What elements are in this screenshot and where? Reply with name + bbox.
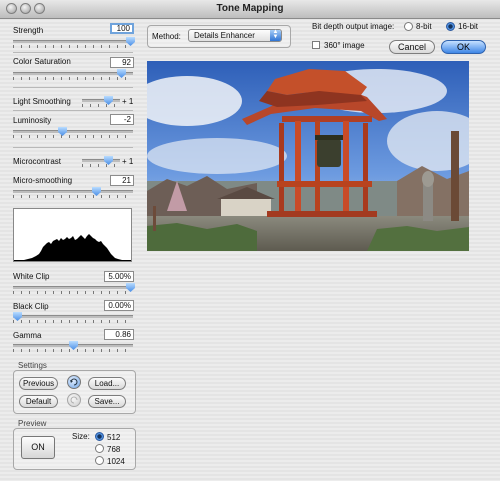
- luminosity-field[interactable]: -2: [110, 114, 134, 125]
- bit8-label: 8-bit: [416, 22, 432, 31]
- white-clip-field[interactable]: 5.00%: [104, 271, 134, 282]
- size-768-label: 768: [107, 445, 121, 454]
- white-clip-slider-ticks: [13, 291, 133, 294]
- tone-mapping-window: Tone Mapping Strength 100 Color Saturati…: [0, 0, 500, 481]
- microcontrast-value: + 1: [122, 157, 134, 166]
- color-saturation-slider-track[interactable]: [13, 72, 133, 75]
- preview-image: [147, 61, 469, 251]
- revert-icon[interactable]: [67, 375, 81, 389]
- luminosity-label: Luminosity: [13, 116, 52, 125]
- microcontrast-slider-track[interactable]: [82, 159, 120, 162]
- bit16-radio[interactable]: [446, 22, 455, 31]
- size-512-label: 512: [107, 433, 121, 442]
- image360-label: 360° image: [324, 41, 365, 50]
- temple-photo: [147, 61, 469, 251]
- light-smoothing-label: Light Smoothing: [13, 97, 71, 106]
- strength-slider-ticks: [13, 45, 133, 48]
- divider: [13, 52, 133, 53]
- luminosity-slider-ticks: [13, 135, 133, 138]
- divider: [13, 147, 133, 148]
- preview-on-button[interactable]: ON: [21, 436, 55, 459]
- default-button[interactable]: Default: [19, 395, 58, 408]
- gamma-label: Gamma: [13, 331, 42, 340]
- size-1024-radio[interactable]: [95, 456, 104, 465]
- light-smoothing-value: + 1: [122, 97, 134, 106]
- micro-smoothing-slider-ticks: [13, 195, 133, 198]
- white-clip-slider-track[interactable]: [13, 286, 133, 289]
- light-smoothing-slider-ticks: [82, 104, 120, 107]
- micro-smoothing-label: Micro-smoothing: [13, 176, 73, 185]
- microcontrast-label: Microcontrast: [13, 157, 62, 166]
- black-clip-field[interactable]: 0.00%: [104, 300, 134, 311]
- black-clip-slider-ticks: [13, 320, 133, 323]
- size-1024-label: 1024: [107, 457, 125, 466]
- image360-checkbox[interactable]: [312, 41, 320, 49]
- save-button[interactable]: Save...: [88, 395, 126, 408]
- settings-title: Settings: [18, 361, 47, 370]
- micro-smoothing-field[interactable]: 21: [110, 175, 134, 186]
- bit-depth-label: Bit depth output image:: [312, 22, 395, 31]
- histogram: [13, 208, 132, 262]
- luminosity-slider-track[interactable]: [13, 130, 133, 133]
- forward-icon[interactable]: [67, 393, 81, 407]
- method-select[interactable]: Details Enhancer ▲ ▼: [188, 29, 282, 42]
- micro-smoothing-slider-track[interactable]: [13, 190, 133, 193]
- histogram-graph: [14, 234, 131, 261]
- size-label: Size:: [72, 432, 90, 441]
- method-label: Method:: [152, 32, 181, 41]
- strength-label: Strength: [13, 26, 44, 35]
- light-smoothing-slider-track[interactable]: [82, 99, 120, 102]
- divider: [13, 87, 133, 88]
- divider: [13, 110, 133, 111]
- bit16-label: 16-bit: [458, 22, 479, 31]
- color-saturation-slider-ticks: [13, 77, 133, 80]
- size-512-radio[interactable]: [95, 432, 104, 441]
- previous-button[interactable]: Previous: [19, 377, 58, 390]
- window-title: Tone Mapping: [216, 3, 284, 14]
- title-bar: Tone Mapping: [0, 0, 500, 19]
- size-768-radio[interactable]: [95, 444, 104, 453]
- microcontrast-slider-ticks: [82, 164, 120, 167]
- color-saturation-label: Color Saturation: [13, 57, 71, 66]
- load-button[interactable]: Load...: [88, 377, 126, 390]
- bit8-radio[interactable]: [404, 22, 413, 31]
- ok-button[interactable]: OK: [441, 40, 486, 54]
- strength-slider-track[interactable]: [13, 40, 133, 43]
- color-saturation-field[interactable]: 92: [110, 57, 134, 68]
- gamma-field[interactable]: 0.86: [104, 329, 134, 340]
- chevron-updown-icon: ▲ ▼: [270, 29, 281, 41]
- method-select-value: Details Enhancer: [194, 31, 255, 40]
- strength-field[interactable]: 100: [110, 23, 134, 34]
- white-clip-label: White Clip: [13, 272, 50, 281]
- black-clip-label: Black Clip: [13, 302, 49, 311]
- preview-title: Preview: [18, 419, 47, 428]
- black-clip-slider-track[interactable]: [13, 315, 133, 318]
- cancel-button[interactable]: Cancel: [389, 40, 435, 54]
